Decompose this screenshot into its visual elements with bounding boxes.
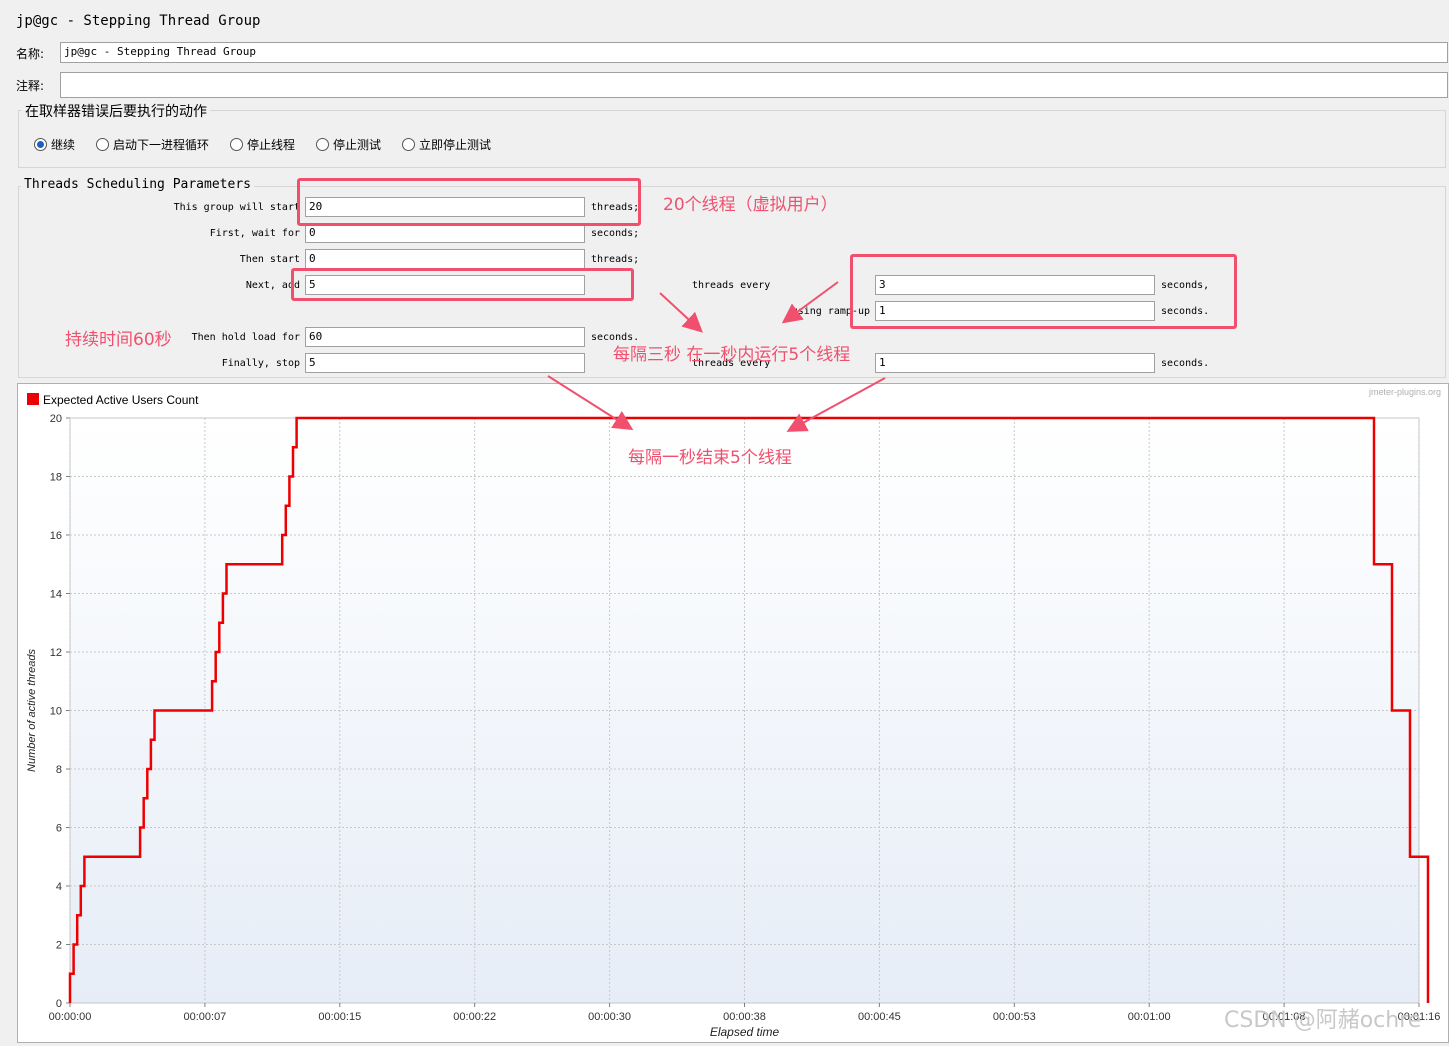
annotation-threads: 20个线程（虚拟用户）	[663, 195, 838, 215]
annotation-hold: 持续时间60秒	[65, 330, 172, 350]
annotation-arrows	[547, 281, 886, 432]
arrow-next-add	[659, 292, 703, 333]
arrow-stop-count	[547, 375, 634, 431]
csdn-watermark: CSDN @阿赭ochre	[1224, 1008, 1422, 1033]
annotation-every3: 每隔三秒 在一秒内运行5个线程	[613, 345, 851, 365]
annotation-stop: 每隔一秒结束5个线程	[628, 448, 792, 468]
arrow-every	[781, 281, 839, 324]
arrow-stop-every	[786, 377, 886, 432]
